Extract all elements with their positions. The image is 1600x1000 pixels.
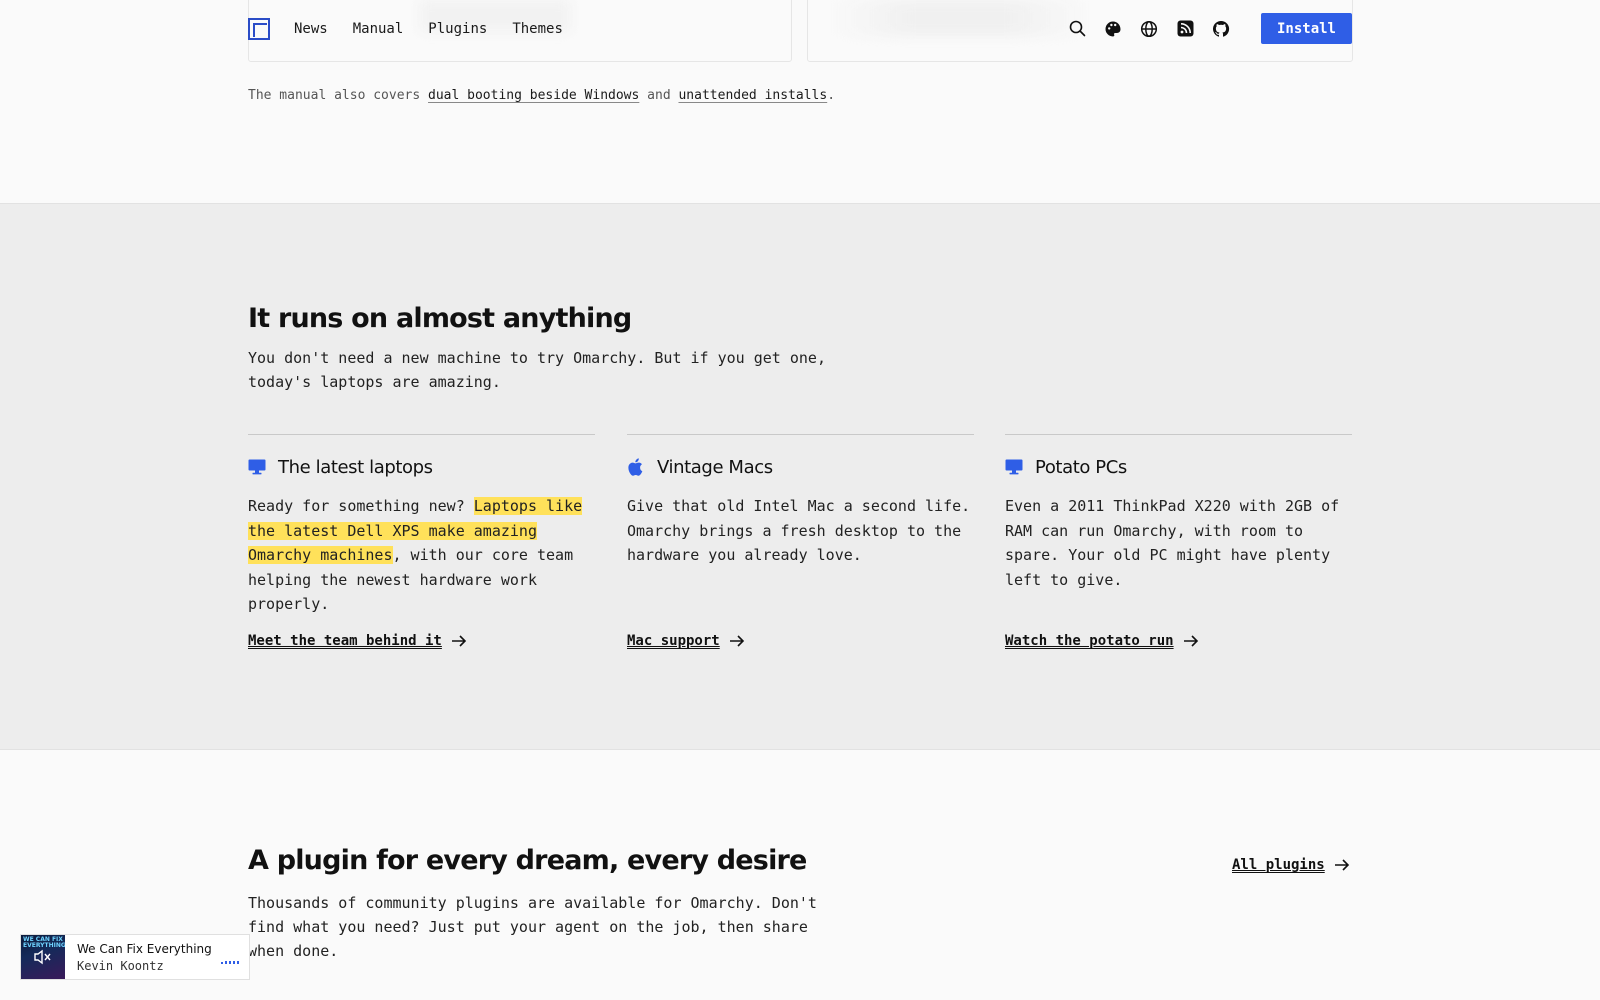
potato-card-header: Potato PCs (1005, 455, 1352, 479)
runs-section: It runs on almost anything You don't nee… (0, 203, 1600, 750)
album-cover-text: WE CAN FIX EVERYTHING (23, 936, 65, 949)
dual-booting-link[interactable]: dual booting beside Windows (428, 88, 639, 103)
meet-team-link[interactable]: Meet the team behind it (248, 633, 467, 649)
potato-title: Potato PCs (1035, 456, 1127, 478)
potato-run-link-label: Watch the potato run (1005, 633, 1174, 649)
rss-icon[interactable] (1175, 19, 1195, 39)
macs-title: Vintage Macs (657, 456, 773, 478)
nav-themes-link[interactable]: Themes (512, 21, 563, 37)
arrow-right-icon (729, 635, 744, 647)
nav-news-link[interactable]: News (294, 21, 328, 37)
nav-plugins-link[interactable]: Plugins (428, 21, 487, 37)
manual-note-middle: and (639, 88, 679, 103)
potato-card: Potato PCs Even a 2011 ThinkPad X220 wit… (1005, 434, 1352, 649)
meet-team-link-label: Meet the team behind it (248, 633, 442, 649)
nav-links: News Manual Plugins Themes (294, 21, 588, 37)
laptops-body: Ready for something new? Laptops like th… (248, 494, 593, 617)
globe-icon[interactable] (1139, 19, 1159, 39)
all-plugins-link[interactable]: All plugins (1232, 857, 1350, 873)
palette-icon[interactable] (1103, 19, 1123, 39)
plugins-subtitle-line: find what you need? Just put your agent … (248, 918, 808, 936)
plugins-subtitle-line: when done. (248, 942, 339, 960)
macs-card-header: Vintage Macs (627, 455, 974, 479)
track-artist: Kevin Koontz (77, 958, 164, 973)
all-plugins-label: All plugins (1232, 857, 1325, 873)
mac-support-link[interactable]: Mac support (627, 633, 745, 649)
macs-body: Give that old Intel Mac a second life. O… (627, 497, 971, 564)
mini-player[interactable]: WE CAN FIX EVERYTHING We Can Fix Everyth… (20, 934, 250, 980)
potato-run-link[interactable]: Watch the potato run (1005, 633, 1199, 649)
unattended-installs-link[interactable]: unattended installs (678, 88, 827, 103)
runs-subtitle-line: You don't need a new machine to try Omar… (248, 349, 826, 367)
nav-actions: Install (1067, 13, 1352, 44)
monitor-icon (248, 458, 266, 476)
equalizer-icon (221, 961, 239, 964)
track-info: We Can Fix Everything Kevin Koontz (77, 942, 212, 973)
top-navbar: News Manual Plugins Themes Install (0, 0, 1600, 62)
arrow-right-icon (1334, 859, 1349, 871)
plugins-title: A plugin for every dream, every desire (248, 845, 807, 876)
laptops-card: The latest laptops Ready for something n… (248, 434, 595, 649)
plugins-subtitle-line: Thousands of community plugins are avail… (248, 894, 817, 912)
laptops-card-header: The latest laptops (248, 455, 595, 479)
laptops-body-text: Ready for something new? (248, 497, 474, 515)
macs-card: Vintage Macs Give that old Intel Mac a s… (627, 434, 974, 649)
search-icon[interactable] (1067, 19, 1087, 39)
install-button[interactable]: Install (1261, 13, 1352, 44)
manual-note: The manual also covers dual booting besi… (248, 88, 835, 103)
github-icon[interactable] (1211, 19, 1231, 39)
arrow-right-icon (1183, 635, 1198, 647)
mute-icon[interactable] (33, 949, 53, 965)
track-title: We Can Fix Everything (77, 941, 212, 956)
apple-icon (627, 458, 645, 476)
laptops-title: The latest laptops (278, 456, 433, 478)
plugins-subtitle: Thousands of community plugins are avail… (248, 891, 868, 963)
runs-title: It runs on almost anything (248, 303, 632, 334)
nav-inner: News Manual Plugins Themes Install (248, 13, 1352, 44)
runs-subtitle-line: today's laptops are amazing. (248, 373, 501, 391)
manual-note-suffix: . (827, 88, 836, 103)
mac-support-link-label: Mac support (627, 633, 720, 649)
manual-note-prefix: The manual also covers (248, 88, 429, 103)
nav-manual-link[interactable]: Manual (353, 21, 404, 37)
potato-body: Even a 2011 ThinkPad X220 with 2GB of RA… (1005, 497, 1340, 589)
omarchy-logo[interactable] (248, 17, 270, 40)
album-cover[interactable]: WE CAN FIX EVERYTHING (21, 935, 65, 979)
monitor-icon (1005, 458, 1023, 476)
arrow-right-icon (451, 635, 467, 647)
runs-subtitle: You don't need a new machine to try Omar… (248, 346, 848, 394)
